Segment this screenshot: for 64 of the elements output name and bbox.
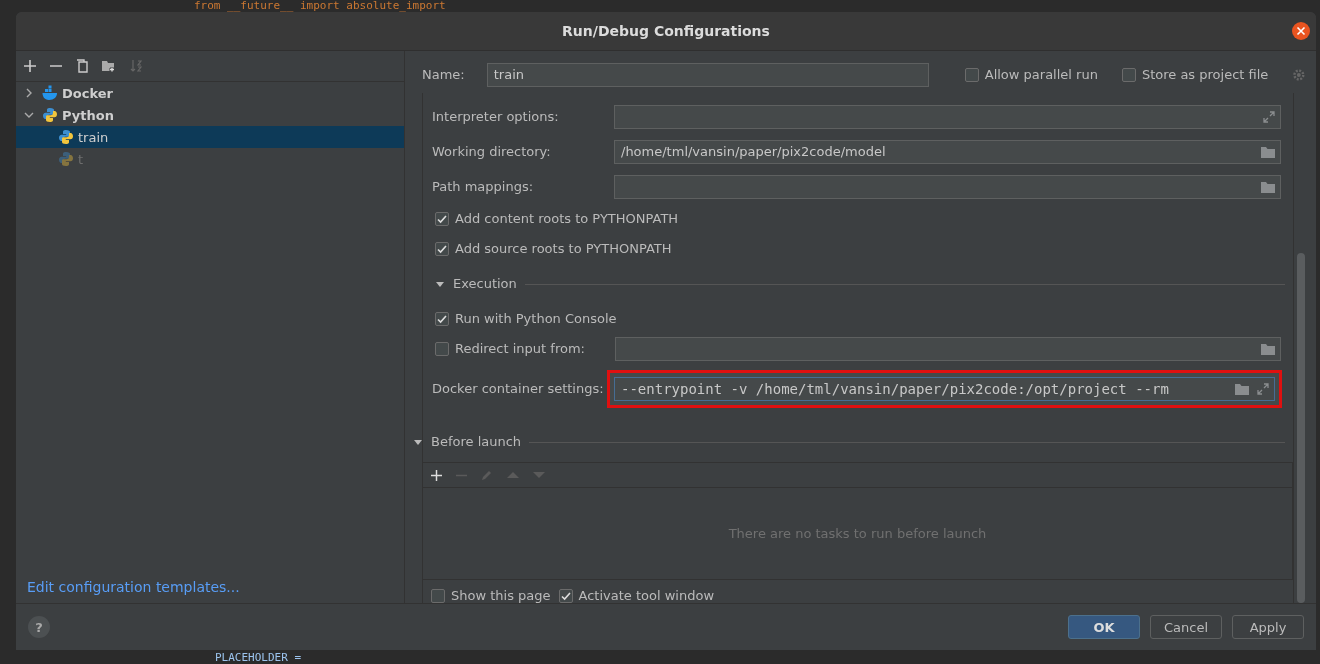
text-field[interactable] xyxy=(614,104,1281,129)
checkbox-label[interactable]: Add source roots to PYTHONPATH xyxy=(455,240,672,258)
expand-icon[interactable] xyxy=(1256,382,1270,396)
dialog-button[interactable]: Apply xyxy=(1232,615,1304,639)
scrollbar-thumb[interactable] xyxy=(1297,253,1305,603)
python-icon xyxy=(58,129,74,145)
checkbox[interactable] xyxy=(435,212,449,226)
code-line: PLACEHOLDER = xyxy=(215,651,302,664)
whale-icon xyxy=(42,85,58,101)
help-button[interactable]: ? xyxy=(28,616,50,638)
add-icon[interactable] xyxy=(431,469,442,481)
checkbox-label[interactable]: Activate tool window xyxy=(578,587,714,605)
copy-icon[interactable] xyxy=(76,59,88,73)
checkbox[interactable] xyxy=(558,589,573,603)
python-icon xyxy=(42,107,58,123)
edit-templates-link[interactable]: Edit configuration templates... xyxy=(16,579,404,595)
collapse-triangle-icon[interactable] xyxy=(435,279,445,289)
checkbox-label[interactable]: Store as project file xyxy=(1141,66,1269,84)
python-icon xyxy=(58,151,74,167)
folder-icon[interactable] xyxy=(1234,382,1250,396)
chevron-icon[interactable] xyxy=(24,88,34,98)
code-line: from __future__ import absolute_import xyxy=(194,0,446,12)
checkbox[interactable] xyxy=(964,68,979,82)
field-label: Docker container settings: xyxy=(432,380,605,398)
checkbox-label[interactable]: Run with Python Console xyxy=(455,310,617,328)
checkbox-label[interactable]: Add content roots to PYTHONPATH xyxy=(455,210,679,228)
checkbox-label[interactable]: Show this page xyxy=(451,587,551,605)
name-field[interactable]: train xyxy=(486,63,929,87)
gear-icon[interactable] xyxy=(1292,68,1306,82)
checkbox-label[interactable]: Redirect input from: xyxy=(455,340,611,358)
field-label: Interpreter options: xyxy=(432,107,560,126)
collapse-triangle-icon[interactable] xyxy=(413,437,423,447)
window-title: Run/Debug Configurations xyxy=(562,23,770,39)
folder-icon[interactable] xyxy=(1260,179,1276,194)
dialog-button[interactable]: Cancel xyxy=(1150,615,1222,639)
text-field[interactable]: /home/tml/vansin/paper/pix2code/model xyxy=(614,139,1281,164)
section-title[interactable]: Execution xyxy=(453,275,517,293)
folder-icon[interactable] xyxy=(1260,342,1276,356)
text-field[interactable] xyxy=(614,174,1281,199)
checkbox[interactable] xyxy=(435,242,449,256)
checkbox[interactable] xyxy=(431,589,445,603)
tree-item[interactable]: Docker xyxy=(16,82,404,104)
checkbox[interactable] xyxy=(435,342,449,356)
field-label: Working directory: xyxy=(432,142,552,161)
dialog-button[interactable]: OK xyxy=(1068,615,1140,639)
new-folder-icon[interactable] xyxy=(102,60,116,72)
tree-item[interactable]: train xyxy=(16,126,404,148)
tree-item[interactable]: Python xyxy=(16,104,404,126)
add-icon[interactable] xyxy=(24,60,36,72)
field-label: Name: xyxy=(422,66,466,84)
checkbox-label[interactable]: Allow parallel run xyxy=(984,66,1098,84)
sort-icon[interactable] xyxy=(130,59,142,73)
chevron-icon[interactable] xyxy=(24,110,34,120)
checkbox[interactable] xyxy=(1121,68,1136,82)
expand-icon[interactable] xyxy=(1262,109,1276,124)
folder-icon[interactable] xyxy=(1260,144,1276,159)
move-up-icon[interactable] xyxy=(507,471,519,479)
close-icon[interactable] xyxy=(1292,22,1310,40)
pencil-icon[interactable] xyxy=(481,469,493,481)
field-label: Path mappings: xyxy=(432,177,535,196)
move-down-icon[interactable] xyxy=(533,471,545,479)
section-title[interactable]: Before launch xyxy=(431,433,522,451)
text-field[interactable] xyxy=(615,337,1281,361)
checkbox[interactable] xyxy=(435,312,449,326)
